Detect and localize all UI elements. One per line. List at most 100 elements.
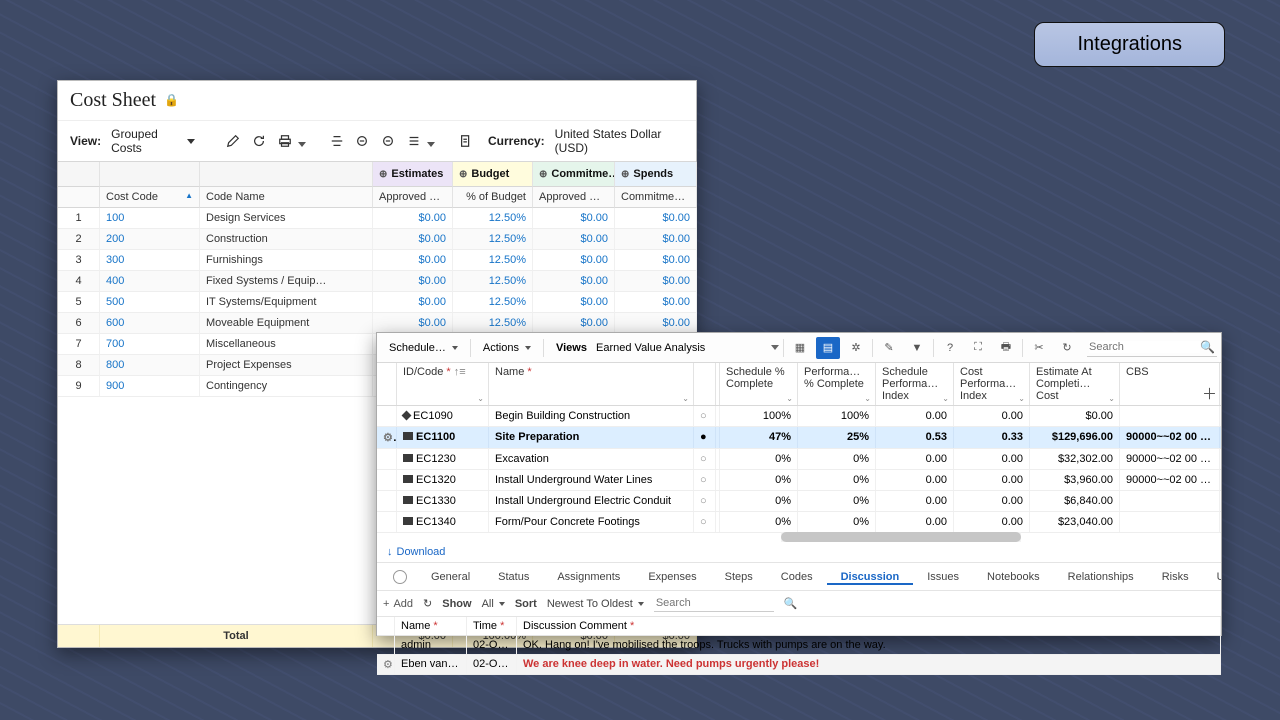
tab-update-history[interactable]: Update History bbox=[1203, 571, 1221, 583]
actions-menu[interactable]: Actions bbox=[475, 333, 539, 362]
gear-icon[interactable]: ⚙ bbox=[383, 432, 397, 444]
refresh-icon[interactable]: ↻ bbox=[1055, 337, 1079, 359]
toolbar-search-input[interactable] bbox=[1089, 341, 1200, 353]
col-name[interactable]: Name *⌄ bbox=[489, 363, 694, 405]
tab-discussion[interactable]: Discussion bbox=[827, 571, 914, 585]
col-cost-index[interactable]: Cost Performa… Index⌄ bbox=[954, 363, 1030, 405]
views-caret-icon[interactable] bbox=[771, 345, 779, 350]
comment-icon[interactable]: ○ bbox=[694, 406, 716, 426]
discussion-search-icon[interactable]: 🔍 bbox=[784, 597, 798, 610]
print-menu-caret-icon[interactable] bbox=[298, 142, 306, 147]
col-sched-complete[interactable]: Schedule % Complete⌄ bbox=[720, 363, 798, 405]
collapse-icon[interactable] bbox=[353, 130, 373, 152]
views-menu[interactable]: Views Earned Value Analysis bbox=[548, 333, 713, 362]
table-view-icon[interactable]: ▦ bbox=[788, 337, 812, 359]
tab-codes[interactable]: Codes bbox=[767, 571, 827, 583]
col-sched-index[interactable]: Schedule Performa… Index⌄ bbox=[876, 363, 954, 405]
comment-icon[interactable]: ○ bbox=[694, 512, 716, 532]
col-commitment-spend[interactable]: Commitment… bbox=[615, 187, 697, 208]
comment-icon[interactable]: ○ bbox=[694, 449, 716, 469]
col-code-name[interactable]: Code Name bbox=[200, 187, 373, 208]
disc-col-time[interactable]: Time * bbox=[467, 617, 517, 635]
refresh-icon[interactable] bbox=[249, 130, 269, 152]
view-dropdown[interactable]: Grouped Costs bbox=[111, 127, 195, 155]
fullscreen-icon[interactable]: ⛶ bbox=[966, 337, 990, 359]
category-commitments[interactable]: ⊕Commitme… bbox=[533, 162, 615, 187]
table-row[interactable]: 2200Construction$0.0012.50%$0.00$0.00 bbox=[58, 229, 696, 250]
activity-type-icon bbox=[403, 496, 413, 504]
tab-general[interactable]: General bbox=[417, 571, 484, 583]
tab-expenses[interactable]: Expenses bbox=[634, 571, 710, 583]
table-row[interactable]: 4400Fixed Systems / Equip…$0.0012.50%$0.… bbox=[58, 271, 696, 292]
col-cost-code[interactable]: Cost Code▲ bbox=[100, 187, 200, 208]
cost-sheet-toolbar: View: Grouped Costs Currency: United Sta… bbox=[58, 120, 696, 161]
download-link[interactable]: Download bbox=[397, 546, 446, 558]
menu-icon[interactable] bbox=[404, 130, 424, 152]
schedule-row[interactable]: EC1340 Form/Pour Concrete Footings ○ 0%0… bbox=[377, 512, 1221, 533]
resource-view-icon[interactable]: ✲ bbox=[844, 337, 868, 359]
tab-issues[interactable]: Issues bbox=[913, 571, 973, 583]
filter-icon[interactable]: ▼ bbox=[905, 337, 929, 359]
category-budget[interactable]: ⊕Budget bbox=[453, 162, 533, 187]
activity-type-icon bbox=[402, 411, 412, 421]
comment-icon[interactable]: ○ bbox=[694, 491, 716, 511]
gear-icon[interactable]: ⚙ bbox=[383, 659, 395, 671]
print-icon[interactable]: 🖶 bbox=[994, 337, 1018, 359]
tab-notebooks[interactable]: Notebooks bbox=[973, 571, 1054, 583]
activity-type-icon bbox=[403, 475, 413, 483]
col-approved-estimate[interactable]: Approved Est… bbox=[373, 187, 453, 208]
category-spends[interactable]: ⊕Spends bbox=[615, 162, 697, 187]
add-column-button[interactable]: ＋ bbox=[1202, 383, 1217, 404]
cut-icon[interactable]: ✂ bbox=[1027, 337, 1051, 359]
table-row[interactable]: 5500IT Systems/Equipment$0.0012.50%$0.00… bbox=[58, 292, 696, 313]
search-icon[interactable]: 🔍 bbox=[1200, 340, 1215, 354]
table-row[interactable]: 3300Furnishings$0.0012.50%$0.00$0.00 bbox=[58, 250, 696, 271]
add-button[interactable]: + Add bbox=[383, 598, 413, 610]
gantt-view-icon[interactable]: ▤ bbox=[816, 337, 840, 359]
disc-col-name[interactable]: Name * bbox=[395, 617, 467, 635]
view-label: View: bbox=[70, 134, 101, 148]
sort-dropdown[interactable]: Newest To Oldest bbox=[547, 598, 644, 610]
tab-risks[interactable]: Risks bbox=[1148, 571, 1203, 583]
reload-icon[interactable]: ↻ bbox=[423, 597, 432, 610]
schedule-row[interactable]: EC1330 Install Underground Electric Cond… bbox=[377, 491, 1221, 512]
lock-icon: 🔒 bbox=[164, 93, 179, 108]
menu-caret-icon[interactable] bbox=[427, 142, 435, 147]
col-percent-budget[interactable]: % of Budget bbox=[453, 187, 533, 208]
disc-col-comment[interactable]: Discussion Comment * bbox=[517, 617, 1221, 635]
currency-value: United States Dollar (USD) bbox=[555, 127, 684, 155]
tab-steps[interactable]: Steps bbox=[711, 571, 767, 583]
col-perf-complete[interactable]: Performa… % Complete⌄ bbox=[798, 363, 876, 405]
tab-assignments[interactable]: Assignments bbox=[543, 571, 634, 583]
col-eac[interactable]: Estimate At Completi… Cost⌄ bbox=[1030, 363, 1120, 405]
tab-relationships[interactable]: Relationships bbox=[1054, 571, 1148, 583]
discussion-search-input[interactable] bbox=[654, 595, 774, 612]
edit-icon[interactable] bbox=[223, 130, 243, 152]
columns-icon[interactable] bbox=[327, 130, 347, 152]
expand-icon[interactable] bbox=[378, 130, 398, 152]
show-dropdown[interactable]: All bbox=[482, 598, 505, 610]
discussion-row[interactable]: ⚙Eben van …02-Oct-…We are knee deep in w… bbox=[377, 655, 1221, 675]
toolbar-search[interactable]: 🔍 bbox=[1087, 338, 1217, 357]
comment-icon[interactable]: ○ bbox=[694, 470, 716, 490]
schedule-row[interactable]: EC1230 Excavation ○ 0%0%0.000.00$32,302.… bbox=[377, 449, 1221, 470]
sort-label: Sort bbox=[515, 598, 537, 610]
discussion-row[interactable]: admin02-Oct-…OK. Hang on! I've mobilised… bbox=[377, 636, 1221, 655]
col-idcode[interactable]: ID/Code * ↑≡⌄ bbox=[397, 363, 489, 405]
report-icon[interactable] bbox=[456, 130, 476, 152]
schedule-row[interactable]: EC1320 Install Underground Water Lines ○… bbox=[377, 470, 1221, 491]
horizontal-scrollbar[interactable] bbox=[781, 532, 1021, 542]
schedule-menu[interactable]: Schedule… bbox=[381, 333, 466, 362]
comment-icon[interactable]: ● bbox=[694, 427, 716, 448]
col-approved-commitment[interactable]: Approved Co… bbox=[533, 187, 615, 208]
wand-icon[interactable]: ✎ bbox=[877, 337, 901, 359]
category-estimates[interactable]: ⊕Estimates bbox=[373, 162, 453, 187]
table-row[interactable]: 1100Design Services$0.0012.50%$0.00$0.00 bbox=[58, 208, 696, 229]
table-row[interactable]: 6600Moveable Equipment$0.0012.50%$0.00$0… bbox=[58, 313, 696, 334]
schedule-row[interactable]: ⚙ EC1100 Site Preparation ● 47%25%0.530.… bbox=[377, 427, 1221, 449]
help-icon[interactable]: ? bbox=[938, 337, 962, 359]
tab-toggle-icon[interactable] bbox=[393, 570, 407, 584]
print-icon[interactable] bbox=[275, 130, 295, 152]
tab-status[interactable]: Status bbox=[484, 571, 543, 583]
schedule-row[interactable]: EC1090 Begin Building Construction ○ 100… bbox=[377, 406, 1221, 427]
